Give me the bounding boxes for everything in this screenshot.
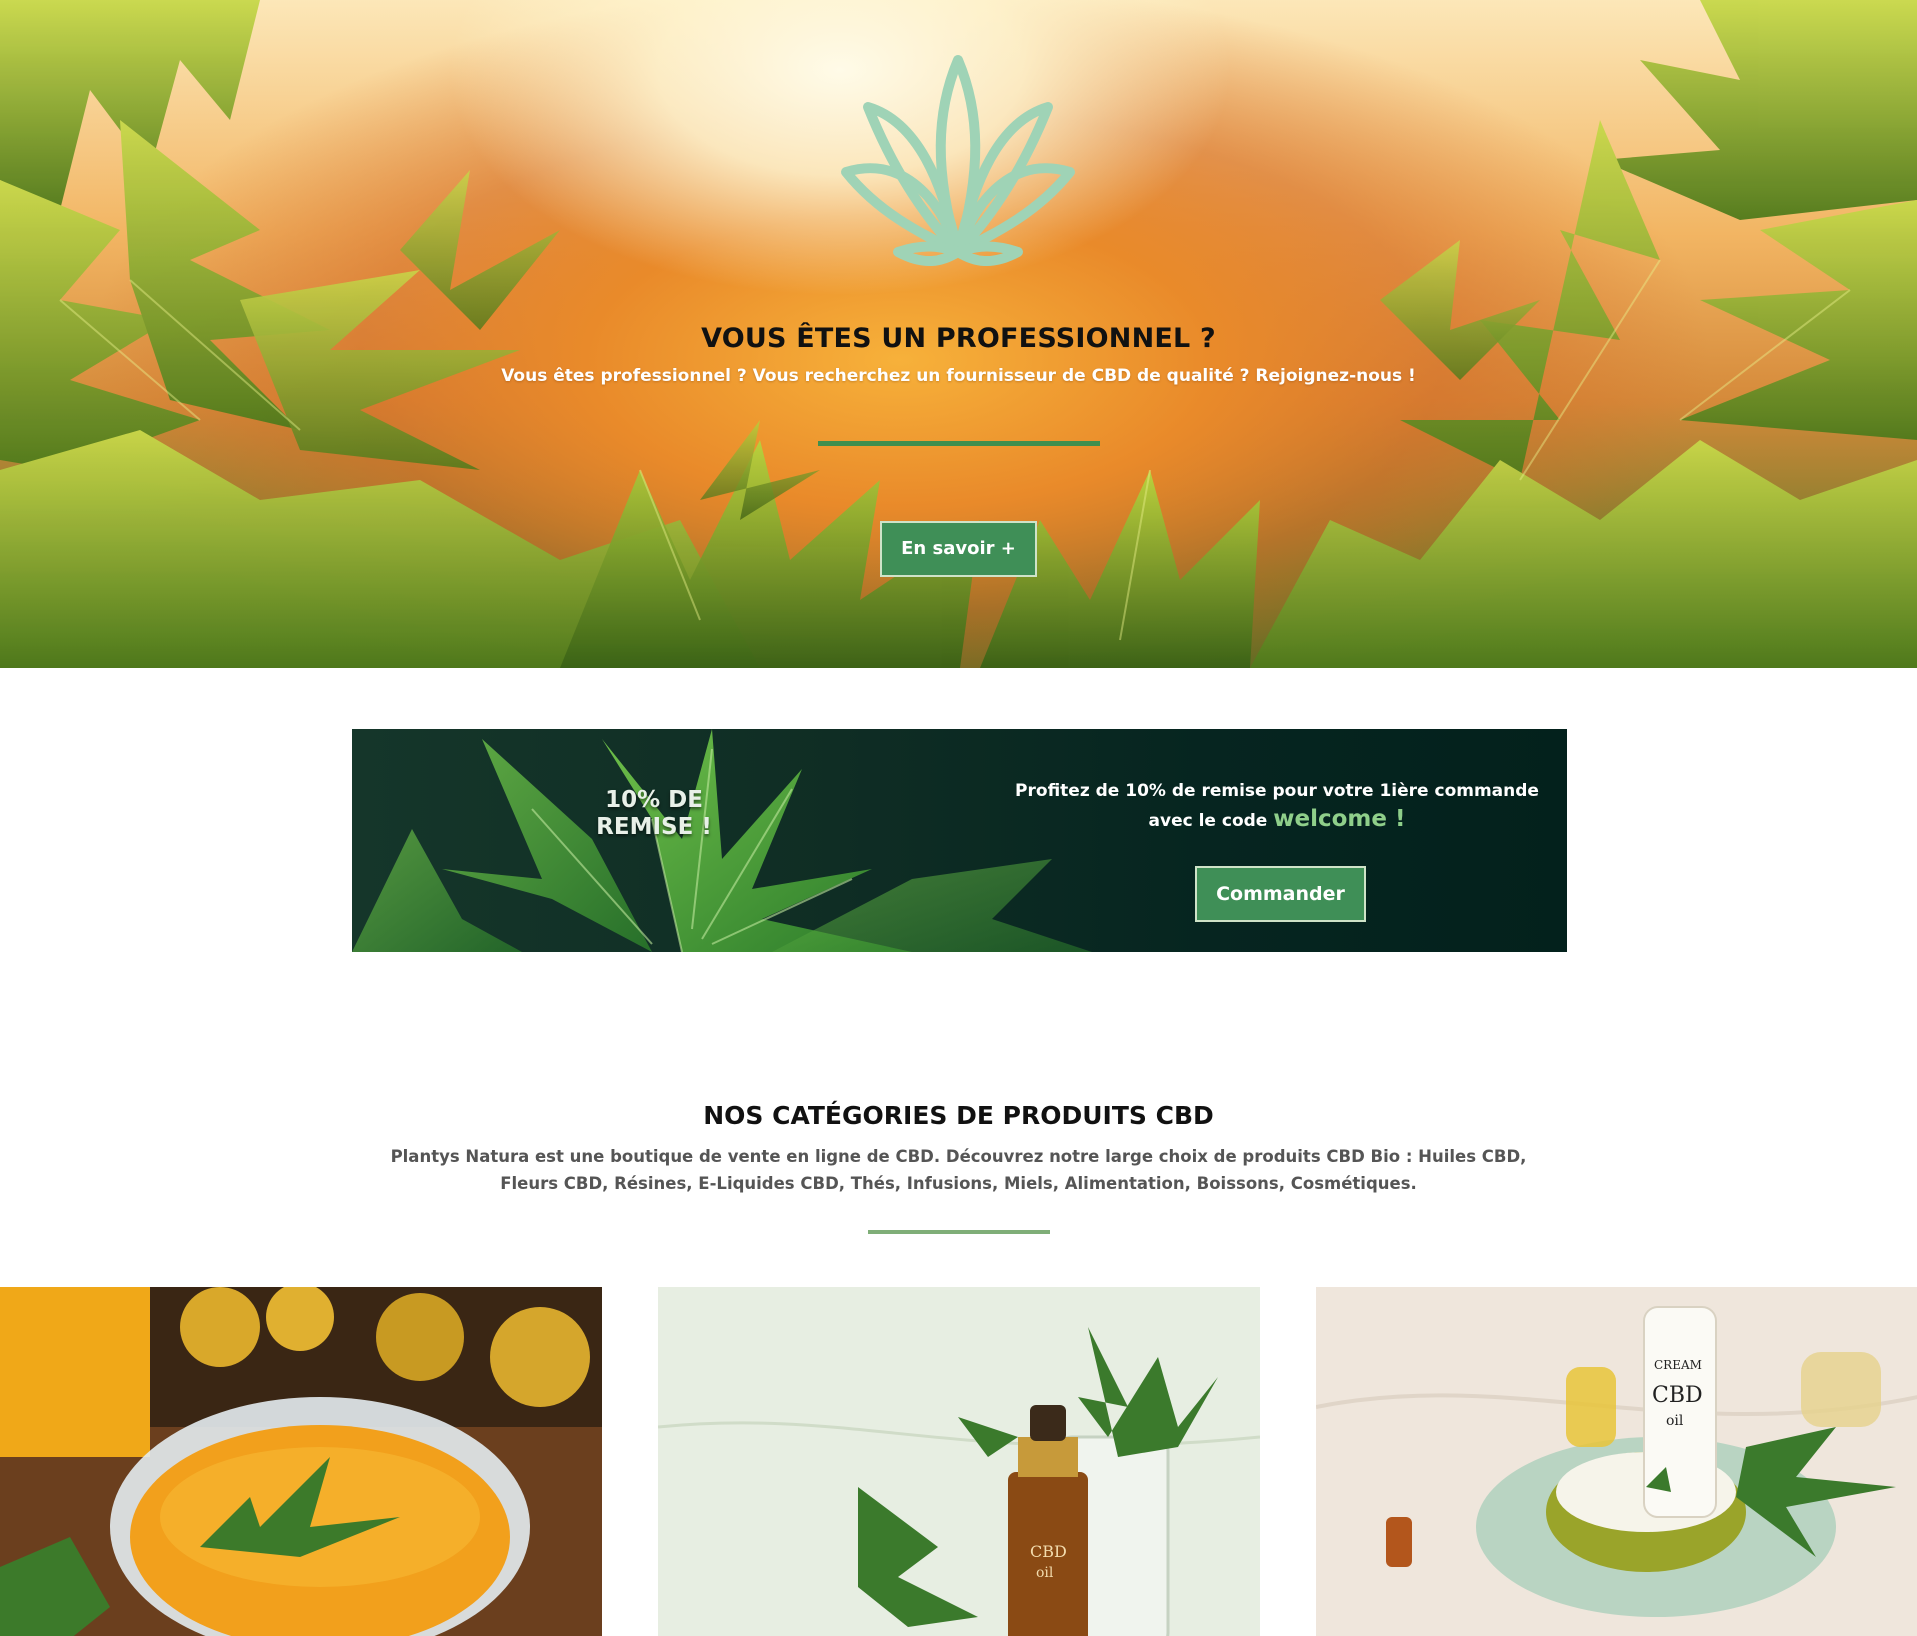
promo-code: welcome !	[1273, 806, 1406, 832]
svg-text:CREAM: CREAM	[1654, 1358, 1702, 1372]
categories-title: NOS CATÉGORIES DE PRODUITS CBD	[703, 1101, 1214, 1130]
svg-text:CBD: CBD	[1652, 1383, 1703, 1408]
promo-banner[interactable]: 10% DE REMISE ! Profitez de 10% de remis…	[352, 729, 1567, 952]
cannabis-leaf-icon	[841, 55, 1075, 267]
promo-text: Profitez de 10% de remise pour votre 1iè…	[992, 777, 1562, 835]
category-card-oil[interactable]: CBD oil	[658, 1287, 1260, 1636]
promo-leaf-image	[352, 729, 1092, 952]
learn-more-button[interactable]: En savoir +	[880, 521, 1037, 577]
svg-text:CBD: CBD	[1030, 1542, 1067, 1561]
hero-subtitle: Vous êtes professionnel ? Vous recherche…	[501, 366, 1416, 386]
discount-badge: 10% DE REMISE !	[596, 787, 712, 840]
hero-banner: VOUS ÊTES UN PROFESSIONNEL ? Vous êtes p…	[0, 0, 1917, 668]
hero-title: VOUS ÊTES UN PROFESSIONNEL ?	[701, 323, 1216, 354]
cbd-honey-image	[0, 1287, 602, 1636]
cbd-cream-image: CREAM CBD oil	[1316, 1287, 1917, 1636]
svg-text:oil: oil	[1036, 1565, 1054, 1581]
category-card-cosmetics[interactable]: CREAM CBD oil	[1316, 1287, 1917, 1636]
cbd-oil-image: CBD oil	[658, 1287, 1260, 1636]
categories-divider	[868, 1230, 1050, 1234]
categories-description: Plantys Natura est une boutique de vente…	[390, 1147, 1527, 1193]
category-card-honey[interactable]	[0, 1287, 602, 1636]
hero-divider	[818, 441, 1100, 446]
svg-text:oil: oil	[1666, 1413, 1684, 1429]
order-button[interactable]: Commander	[1195, 866, 1366, 922]
